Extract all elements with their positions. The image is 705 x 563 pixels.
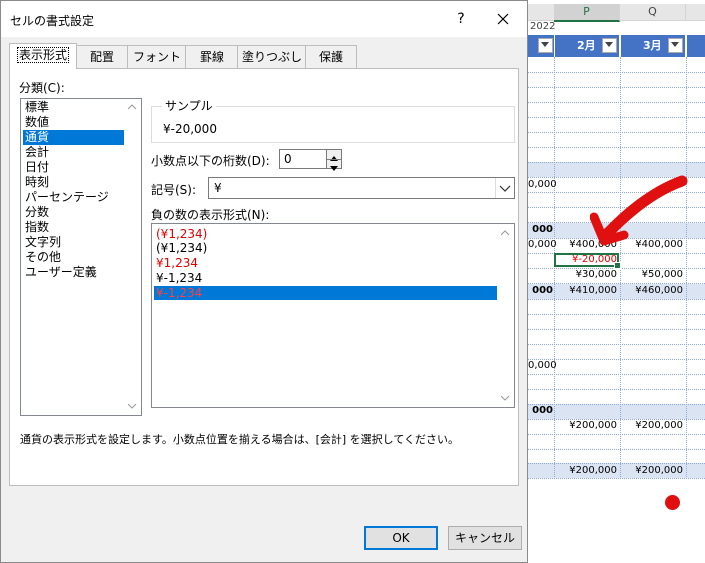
filter-dropdown-icon[interactable] [668, 38, 683, 53]
sample-value: ¥-20,000 [163, 122, 217, 136]
table-cell[interactable]: ¥200,000 [554, 464, 617, 478]
column-header-o[interactable] [528, 4, 555, 21]
negative-format-item[interactable]: (¥1,234) [154, 241, 498, 255]
negative-format-item-selected[interactable]: ¥-1,234 [154, 286, 498, 300]
format-description: 通貨の表示形式を設定します。小数点位置を揃える場合は、[会計] を選択してくださ… [20, 433, 459, 446]
filter-dropdown-icon[interactable] [602, 38, 617, 53]
scroll-up-icon[interactable] [501, 230, 510, 236]
negative-format-list[interactable]: (¥1,234) (¥1,234) ¥1,234 ¥-1,234 ¥-1,234 [151, 223, 515, 408]
table-cell[interactable]: 0,000 [528, 238, 557, 252]
number-tab-panel: 分類(C): 標準 数値 通貨 会計 日付 時刻 パーセンテージ 分数 指数 文… [9, 68, 519, 486]
table-cell[interactable]: 0,000 [528, 178, 557, 192]
decimal-places-spinner[interactable] [326, 149, 342, 171]
year-label: 2022 [530, 21, 556, 32]
category-item[interactable]: その他 [23, 250, 126, 265]
table-cell[interactable]: ¥200,000 [620, 419, 683, 433]
symbol-label: 記号(S): [151, 183, 197, 197]
annotation-arrow-icon [590, 175, 688, 246]
close-button[interactable] [491, 7, 515, 31]
category-item[interactable]: パーセンテージ [23, 190, 126, 205]
sample-label: サンプル [162, 97, 216, 114]
dialog-titlebar[interactable]: セルの書式設定 ? [1, 1, 527, 37]
negative-format-item[interactable]: ¥-1,234 [154, 271, 498, 285]
chevron-down-icon[interactable] [495, 178, 514, 198]
table-cell[interactable]: ¥410,000 [554, 284, 617, 298]
table-cell[interactable]: ¥200,000 [554, 419, 617, 433]
table-header-cell[interactable]: 3月 [621, 35, 685, 57]
negative-format-label: 負の数の表示形式(N): [151, 208, 270, 222]
table-header-cell[interactable] [687, 35, 705, 57]
tab-number[interactable]: 表示形式 [9, 43, 77, 69]
tab-protection[interactable]: 保護 [305, 45, 357, 68]
fill-handle[interactable] [614, 262, 621, 269]
category-item-selected[interactable]: 通貨 [23, 130, 126, 145]
decimal-places-input[interactable]: 0 [279, 149, 329, 169]
table-cell[interactable]: 000 [528, 284, 553, 298]
symbol-select[interactable]: ¥ [208, 177, 515, 199]
header-label-feb: 2月 [577, 39, 596, 52]
column-header-q[interactable]: Q [620, 4, 686, 21]
ok-button[interactable]: OK [364, 526, 438, 550]
column-header-r[interactable] [686, 4, 705, 21]
format-cells-dialog[interactable]: セルの書式設定 ? 表示形式 配置 フォント 罫線 塗りつぶし 保護 分類(C)… [0, 0, 528, 563]
category-item[interactable]: 標準 [23, 100, 126, 115]
category-item[interactable]: 会計 [23, 145, 126, 160]
header-label-mar: 3月 [643, 39, 662, 52]
symbol-select-value: ¥ [214, 181, 222, 195]
table-header-cell[interactable]: 2月 [555, 35, 619, 57]
scroll-down-icon[interactable] [128, 403, 137, 409]
table-cell[interactable]: 000 [528, 404, 553, 418]
close-icon[interactable] [491, 7, 515, 31]
help-button[interactable]: ? [451, 9, 471, 29]
tab-alignment[interactable]: 配置 [75, 45, 129, 68]
scroll-down-icon[interactable] [501, 395, 510, 401]
scroll-up-icon[interactable] [128, 104, 137, 110]
category-label: 分類(C): [19, 81, 65, 95]
column-header-p[interactable]: P [554, 4, 620, 22]
table-cell[interactable]: ¥460,000 [620, 284, 683, 298]
table-cell[interactable]: ¥200,000 [620, 464, 683, 478]
table-header-cell[interactable] [528, 35, 554, 57]
category-item[interactable]: 日付 [23, 160, 126, 175]
cancel-button[interactable]: キャンセル [448, 526, 522, 550]
category-item[interactable]: 時刻 [23, 175, 126, 190]
table-cell[interactable]: 0,000 [528, 359, 557, 373]
category-list[interactable]: 標準 数値 通貨 会計 日付 時刻 パーセンテージ 分数 指数 文字列 その他 … [20, 98, 142, 416]
spin-up-icon[interactable] [327, 150, 341, 161]
table-cell[interactable]: ¥30,000 [554, 268, 617, 282]
decimal-places-label: 小数点以下の桁数(D): [151, 154, 270, 168]
category-item[interactable]: 指数 [23, 220, 126, 235]
category-item[interactable]: 文字列 [23, 235, 126, 250]
tab-font[interactable]: フォント [127, 45, 187, 68]
negative-format-scrollbar[interactable] [497, 224, 514, 407]
tab-border[interactable]: 罫線 [185, 45, 239, 68]
dialog-title: セルの書式設定 [10, 14, 95, 28]
filter-dropdown-icon[interactable] [538, 38, 553, 53]
negative-format-item[interactable]: (¥1,234) [154, 227, 498, 241]
negative-format-item[interactable]: ¥1,234 [154, 256, 498, 270]
category-item[interactable]: 分数 [23, 205, 126, 220]
table-cell[interactable]: 000 [528, 223, 553, 237]
spin-down-icon[interactable] [327, 159, 341, 171]
category-item[interactable]: 数値 [23, 115, 126, 130]
active-cell-border[interactable] [554, 253, 621, 269]
annotation-dot-icon [665, 495, 680, 510]
tab-fill[interactable]: 塗りつぶし [237, 45, 307, 68]
category-item[interactable]: ユーザー定義 [23, 265, 126, 280]
table-cell[interactable]: ¥50,000 [620, 268, 683, 282]
category-scrollbar[interactable] [124, 99, 141, 415]
